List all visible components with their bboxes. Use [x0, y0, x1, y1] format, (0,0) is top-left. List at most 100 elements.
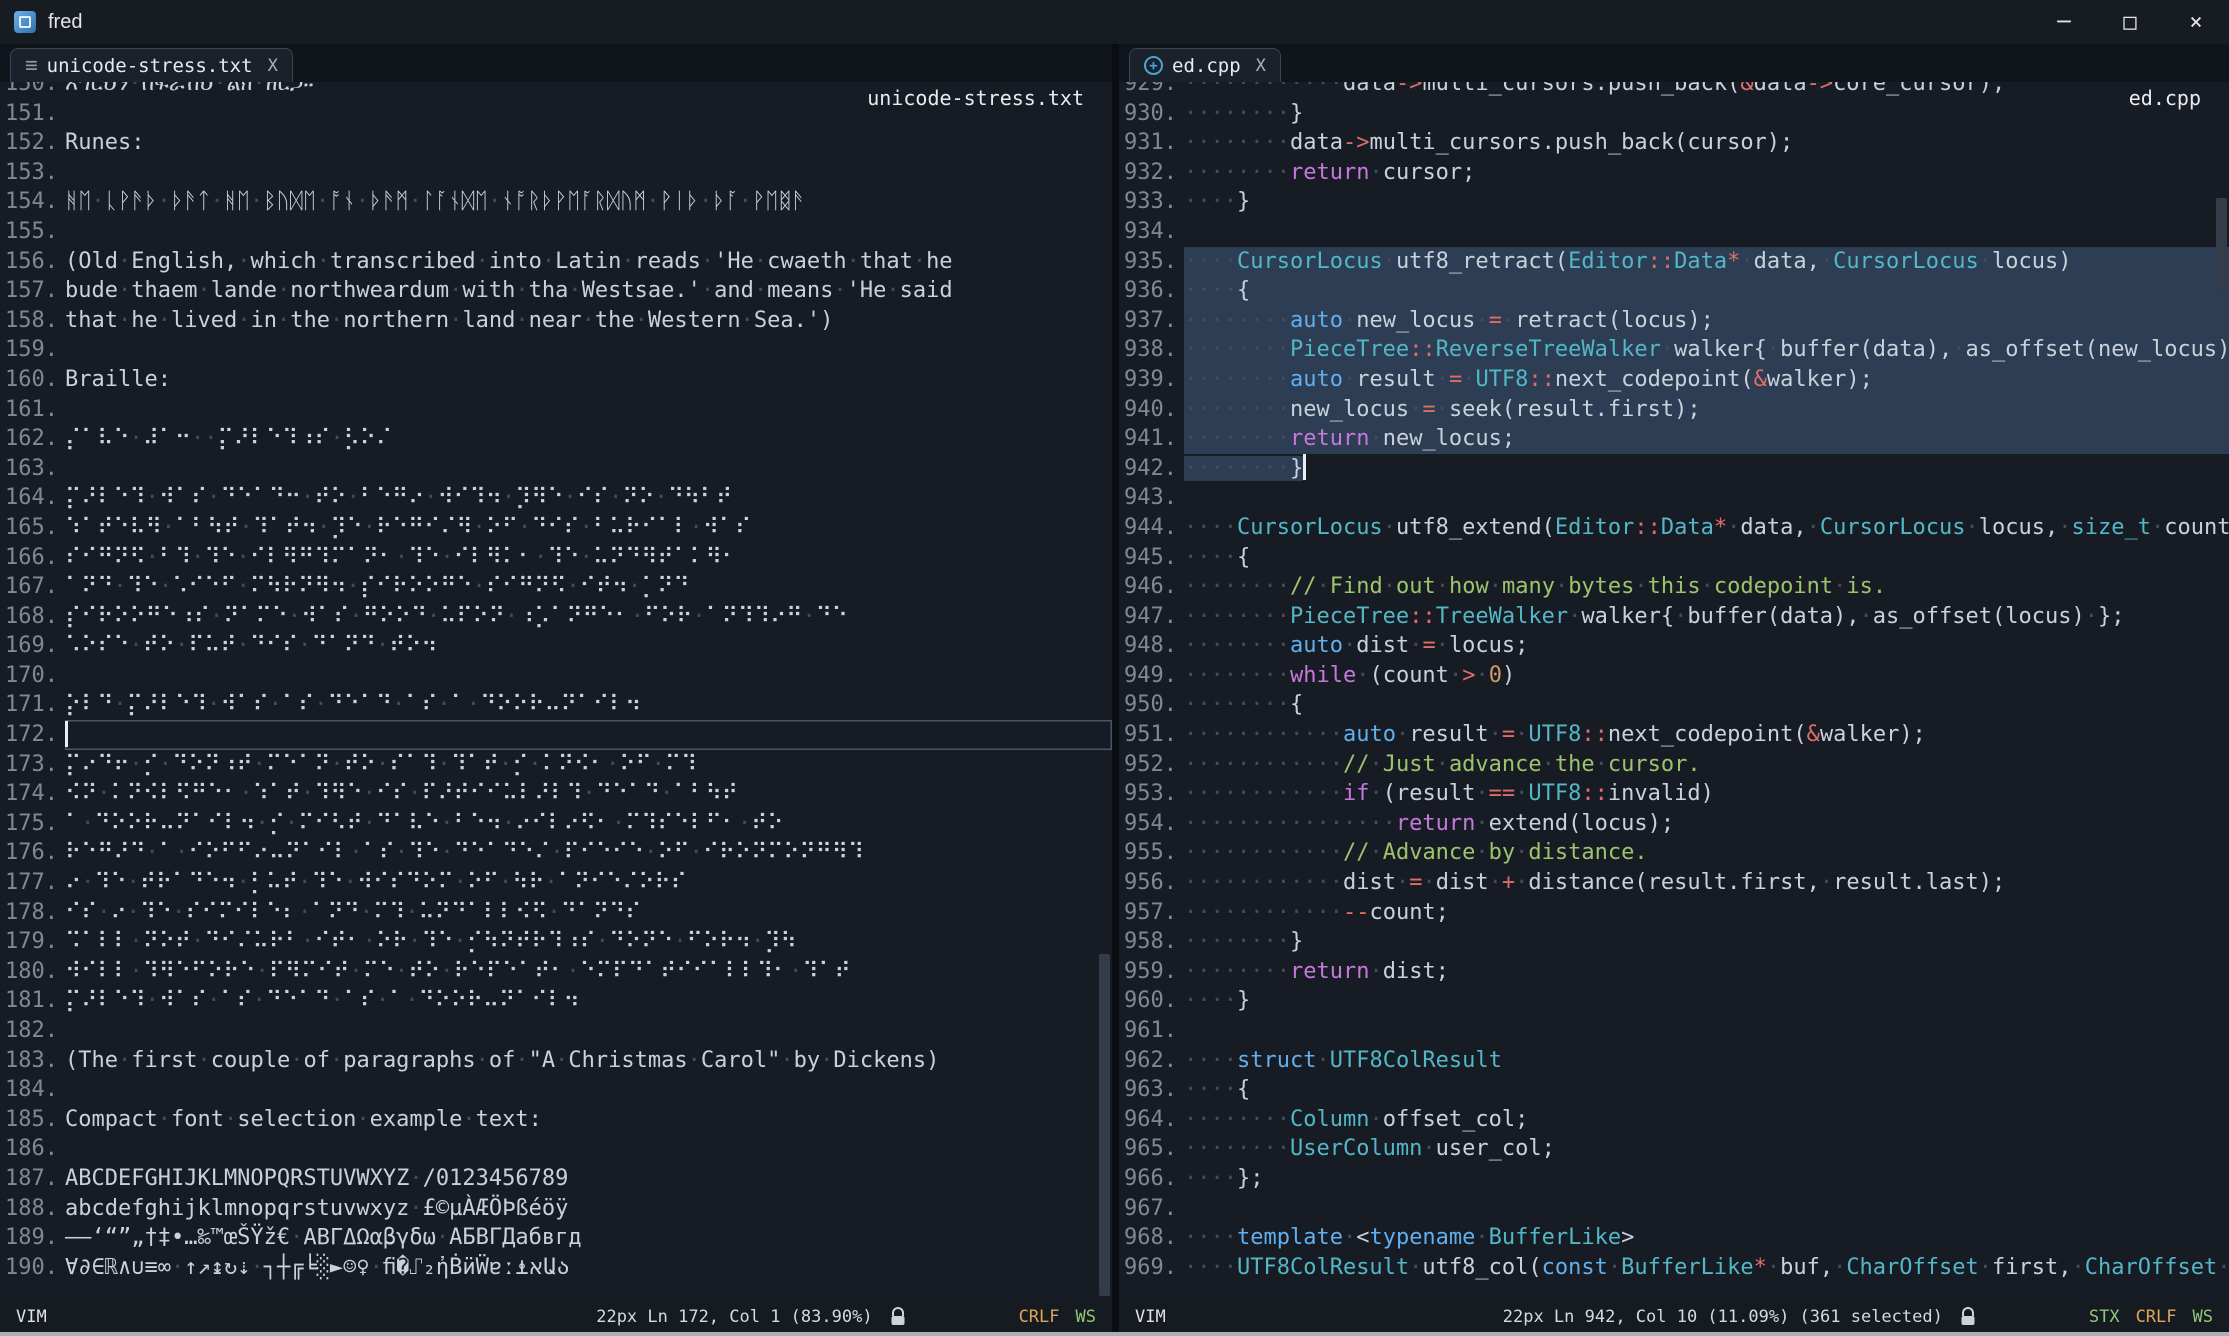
code-line[interactable]: 930.········}	[1119, 99, 2229, 129]
code-line[interactable]: 161.	[0, 395, 1112, 425]
line-number: 158.	[0, 306, 58, 336]
tab-close-icon[interactable]: X	[1256, 56, 1266, 76]
code-line[interactable]: 932.········return·cursor;	[1119, 158, 2229, 188]
code-line[interactable]: 188.abcdefghijklmnopqrstuvwxyz·£©µÀÆÖÞßé…	[0, 1194, 1112, 1224]
tab-ed-cpp[interactable]: + ed.cpp X	[1129, 48, 1281, 82]
code-line[interactable]: 166.⠎⠊⠛⠝⠫·⠃⠹·⠹⠑·⠊⠇⠻⠛⠹⠍⠁⠝⠂·⠹⠑·⠊⠇⠻⠅⠂·⠹⠑·⠥⠝…	[0, 543, 1112, 573]
code-line[interactable]: 941.········return·new_locus;	[1119, 424, 2229, 454]
code-line[interactable]: 940.········new_locus·=·seek(result.firs…	[1119, 395, 2229, 425]
code-line[interactable]: 968.····template·<typename·BufferLike>	[1119, 1223, 2229, 1253]
right-scrollbar-thumb[interactable]	[2216, 198, 2227, 290]
code-line[interactable]: 185.Compact·font·selection·example·text:	[0, 1105, 1112, 1135]
code-line[interactable]: 171.⡕⠇⠙·⡍⠜⠇⠑⠹·⠺⠁⠎·⠁⠎·⠙⠑⠁⠙·⠁⠎·⠁·⠙⠕⠕⠗⠤⠝⠁⠊⠇…	[0, 690, 1112, 720]
lock-icon[interactable]	[889, 1307, 907, 1327]
code-line[interactable]: 158.that·he·lived·in·the·northern·land·n…	[0, 306, 1112, 336]
right-scrollbar[interactable]	[2216, 82, 2227, 1302]
code-line[interactable]: 177.⠔·⠹⠑·⠞⠗⠁⠙⠑⠲·⡃⠥⠞·⠹⠑·⠺⠊⠎⠙⠕⠍·⠕⠋·⠳⠗·⠁⠝⠊⠑…	[0, 868, 1112, 898]
code-line[interactable]: 956.············dist·=·dist·+·distance(r…	[1119, 868, 2229, 898]
code-line[interactable]: 170.	[0, 661, 1112, 691]
code-line[interactable]: 936.····{	[1119, 276, 2229, 306]
code-line[interactable]: 950.········{	[1119, 690, 2229, 720]
code-line[interactable]: 963.····{	[1119, 1075, 2229, 1105]
code-line[interactable]: 967.	[1119, 1194, 2229, 1224]
code-line[interactable]: 172.	[0, 720, 1112, 750]
code-line[interactable]: 159.	[0, 335, 1112, 365]
code-line[interactable]: 960.····}	[1119, 986, 2229, 1016]
code-line[interactable]: 957.············--count;	[1119, 898, 2229, 928]
code-line[interactable]: 938.········PieceTree::ReverseTreeWalker…	[1119, 335, 2229, 365]
code-line[interactable]: 156.(Old·English,·which·transcribed·into…	[0, 247, 1112, 277]
code-line[interactable]: 966.····};	[1119, 1164, 2229, 1194]
code-line[interactable]: 934.	[1119, 217, 2229, 247]
code-line[interactable]: 947.········PieceTree::TreeWalker·walker…	[1119, 602, 2229, 632]
close-button[interactable]: ×	[2163, 0, 2229, 44]
code-line[interactable]: 935.····CursorLocus·utf8_retract(Editor:…	[1119, 247, 2229, 277]
code-line[interactable]: 162.⡌⠁⠧⠑·⠼⠁⠒··⡍⠜⠇⠑⠹⠰⠎·⡣⠕⠌	[0, 424, 1112, 454]
code-line[interactable]: 168.⡎⠊⠗⠕⠕⠛⠑⠰⠎·⠝⠁⠍⠑·⠺⠁⠎·⠛⠕⠕⠙·⠥⠏⠕⠝·⠰⡡⠁⠝⠛⠑⠂…	[0, 602, 1112, 632]
left-scrollbar-thumb[interactable]	[1099, 954, 1110, 1296]
code-line[interactable]: 181.⡍⠜⠇⠑⠹·⠺⠁⠎·⠁⠎·⠙⠑⠁⠙·⠁⠎·⠁·⠙⠕⠕⠗⠤⠝⠁⠊⠇⠲	[0, 986, 1112, 1016]
code-line[interactable]: 189.–—‘“”„†‡•…‰™œŠŸž€·ΑΒΓΔΩαβγδω·АБВГДаб…	[0, 1223, 1112, 1253]
code-line[interactable]: 942.········}	[1119, 454, 2229, 484]
code-line[interactable]: 964.········Column·offset_col;	[1119, 1105, 2229, 1135]
code-line[interactable]: 929.············data->multi_cursors.push…	[1119, 82, 2229, 99]
code-line[interactable]: 961.	[1119, 1016, 2229, 1046]
right-tabbar: + ed.cpp X	[1119, 44, 2229, 82]
maximize-button[interactable]: □	[2097, 0, 2163, 44]
tab-unicode-stress-txt[interactable]: ≡ unicode-stress.txt X	[10, 48, 293, 82]
titlebar[interactable]: fred ─ □ ×	[0, 0, 2229, 44]
code-line[interactable]: 959.········return·dist;	[1119, 957, 2229, 987]
code-line[interactable]: 174.⠪⠝·⠅⠝⠪⠇⠫⠛⠑⠂·⠱⠁⠞·⠹⠻⠑·⠊⠎·⠏⠜⠞⠊⠊⠥⠇⠜⠇⠹·⠙⠑…	[0, 779, 1112, 809]
code-line[interactable]: 945.····{	[1119, 543, 2229, 573]
code-line[interactable]: 182.	[0, 1016, 1112, 1046]
code-line[interactable]: 944.····CursorLocus·utf8_extend(Editor::…	[1119, 513, 2229, 543]
code-line[interactable]: 155.	[0, 217, 1112, 247]
code-line[interactable]: 946.········//·Find·out·how·many·bytes·t…	[1119, 572, 2229, 602]
code-line[interactable]: 190.∀∂∈ℝ∧∪≡∞·↑↗↨↻⇣·┐┼╔╘░►☺♀·ﬁ�⑀₂ἠḂӥẄɐː⍎א…	[0, 1253, 1112, 1283]
code-line[interactable]: 954.················return·extend(locus)…	[1119, 809, 2229, 839]
code-line[interactable]: 173.⡍⠔⠙⠖·⡊·⠙⠕⠝⠰⠞·⠍⠑⠁⠝·⠞⠕·⠎⠁⠹·⠹⠁⠞·⡊·⠅⠝⠪⠂·…	[0, 750, 1112, 780]
code-line[interactable]: 953.············if·(result·==·UTF8::inva…	[1119, 779, 2229, 809]
code-line[interactable]: 167.⠁⠝⠙·⠹⠑·⠡⠊⠑⠋·⠍⠳⠗⠝⠻⠲·⡎⠊⠗⠕⠕⠛⠑·⠎⠊⠛⠝⠫·⠊⠞⠲…	[0, 572, 1112, 602]
code-line[interactable]: 948.········auto·dist·=·locus;	[1119, 631, 2229, 661]
code-line[interactable]: 163.	[0, 454, 1112, 484]
code-line[interactable]: 169.⠡⠕⠎⠑·⠞⠕·⠏⠥⠞·⠙⠊⠎·⠙⠁⠝⠙·⠞⠕⠲	[0, 631, 1112, 661]
code-line[interactable]: 152.Runes:	[0, 128, 1112, 158]
right-editor[interactable]: 929.············data->multi_cursors.push…	[1119, 82, 2229, 1302]
code-line[interactable]: 186.	[0, 1134, 1112, 1164]
code-line[interactable]: 154.ᚻᛖ·ᚳᚹᚫᚦ·ᚦᚫᛏ·ᚻᛖ·ᛒᚢᛞᛖ·ᚩᚾ·ᚦᚫᛗ·ᛚᚪᚾᛞᛖ·ᚾᚩᚱ…	[0, 187, 1112, 217]
code-line[interactable]: 958.········}	[1119, 927, 2229, 957]
left-editor[interactable]: 150.እግርህን·በፍራሽህ·ልክ·ዘርጋ።151.152.Runes:153…	[0, 82, 1112, 1302]
code-line[interactable]: 184.	[0, 1075, 1112, 1105]
left-scrollbar[interactable]	[1099, 82, 1110, 1302]
code-line[interactable]: 949.········while·(count·>·0)	[1119, 661, 2229, 691]
code-line[interactable]: 951.············auto·result·=·UTF8::next…	[1119, 720, 2229, 750]
code-line[interactable]: 160.Braille:	[0, 365, 1112, 395]
code-line[interactable]: 178.⠊⠎·⠔·⠹⠑·⠎⠊⠍⠊⠇⠑⠆·⠁⠝⠙·⠍⠹·⠥⠝⠙⠁⠇⠇⠪⠫·⠙⠁⠝⠙…	[0, 898, 1112, 928]
code-line[interactable]: 153.	[0, 158, 1112, 188]
code-line[interactable]: 937.········auto·new_locus·=·retract(loc…	[1119, 306, 2229, 336]
code-line[interactable]: 933.····}	[1119, 187, 2229, 217]
code-line[interactable]: 965.········UserColumn·user_col;	[1119, 1134, 2229, 1164]
code-line[interactable]: 179.⠩⠁⠇⠇·⠝⠕⠞·⠙⠊⠌⠥⠗⠃·⠊⠞⠂·⠕⠗·⠹⠑·⡊⠳⠝⠞⠗⠹⠰⠎·⠙…	[0, 927, 1112, 957]
lock-icon[interactable]	[1959, 1307, 1977, 1327]
code-line[interactable]: 164.⡍⠜⠇⠑⠹·⠺⠁⠎·⠙⠑⠁⠙⠒·⠞⠕·⠃⠑⠛⠔·⠺⠊⠹⠲·⡹⠻⠑·⠊⠎·…	[0, 483, 1112, 513]
code-line[interactable]: 183.(The·first·couple·of·paragraphs·of·"…	[0, 1046, 1112, 1076]
code-line[interactable]: 176.⠗⠑⠛⠜⠙·⠁·⠊⠕⠋⠋⠔⠤⠝⠁⠊⠇·⠁⠎·⠹⠑·⠙⠑⠁⠙⠑⠌·⠏⠊⠑⠊…	[0, 838, 1112, 868]
code-line[interactable]: 943.	[1119, 483, 2229, 513]
code-line[interactable]: 157.bude·thaem·lande·northweardum·with·t…	[0, 276, 1112, 306]
code-line[interactable]: 955.············//·Advance·by·distance.	[1119, 838, 2229, 868]
code-line[interactable]: 187.ABCDEFGHIJKLMNOPQRSTUVWXYZ·/01234567…	[0, 1164, 1112, 1194]
code-line[interactable]: 175.⠁·⠙⠕⠕⠗⠤⠝⠁⠊⠇⠲·⡊·⠍⠊⠣⠞·⠙⠁⠧⠑·⠃⠑⠲·⠔⠊⠇⠔⠫⠂·…	[0, 809, 1112, 839]
code-line[interactable]: 931.········data->multi_cursors.push_bac…	[1119, 128, 2229, 158]
tab-close-icon[interactable]: X	[268, 56, 278, 76]
pane-divider[interactable]	[1112, 44, 1119, 1332]
code-line[interactable]: 180.⠺⠊⠇⠇·⠹⠻⠑⠋⠕⠗⠑·⠏⠻⠍⠊⠞·⠍⠑·⠞⠕·⠗⠑⠏⠑⠁⠞⠂·⠑⠍⠏…	[0, 957, 1112, 987]
line-number: 956.	[1119, 868, 1177, 898]
code-line[interactable]: 969.····UTF8ColResult·utf8_col(const·Buf…	[1119, 1253, 2229, 1283]
minimize-button[interactable]: ─	[2031, 0, 2097, 44]
code-line[interactable]: 962.····struct·UTF8ColResult	[1119, 1046, 2229, 1076]
code-line[interactable]: 952.············//·Just·advance·the·curs…	[1119, 750, 2229, 780]
code-line[interactable]: 165.⠱⠁⠞⠑⠧⠻·⠁⠃⠳⠞·⠹⠁⠞⠲·⡹⠑·⠗⠑⠛⠊⠌⠻·⠕⠋·⠙⠊⠎·⠃⠥…	[0, 513, 1112, 543]
code-line[interactable]: 939.········auto·result·=·UTF8::next_cod…	[1119, 365, 2229, 395]
